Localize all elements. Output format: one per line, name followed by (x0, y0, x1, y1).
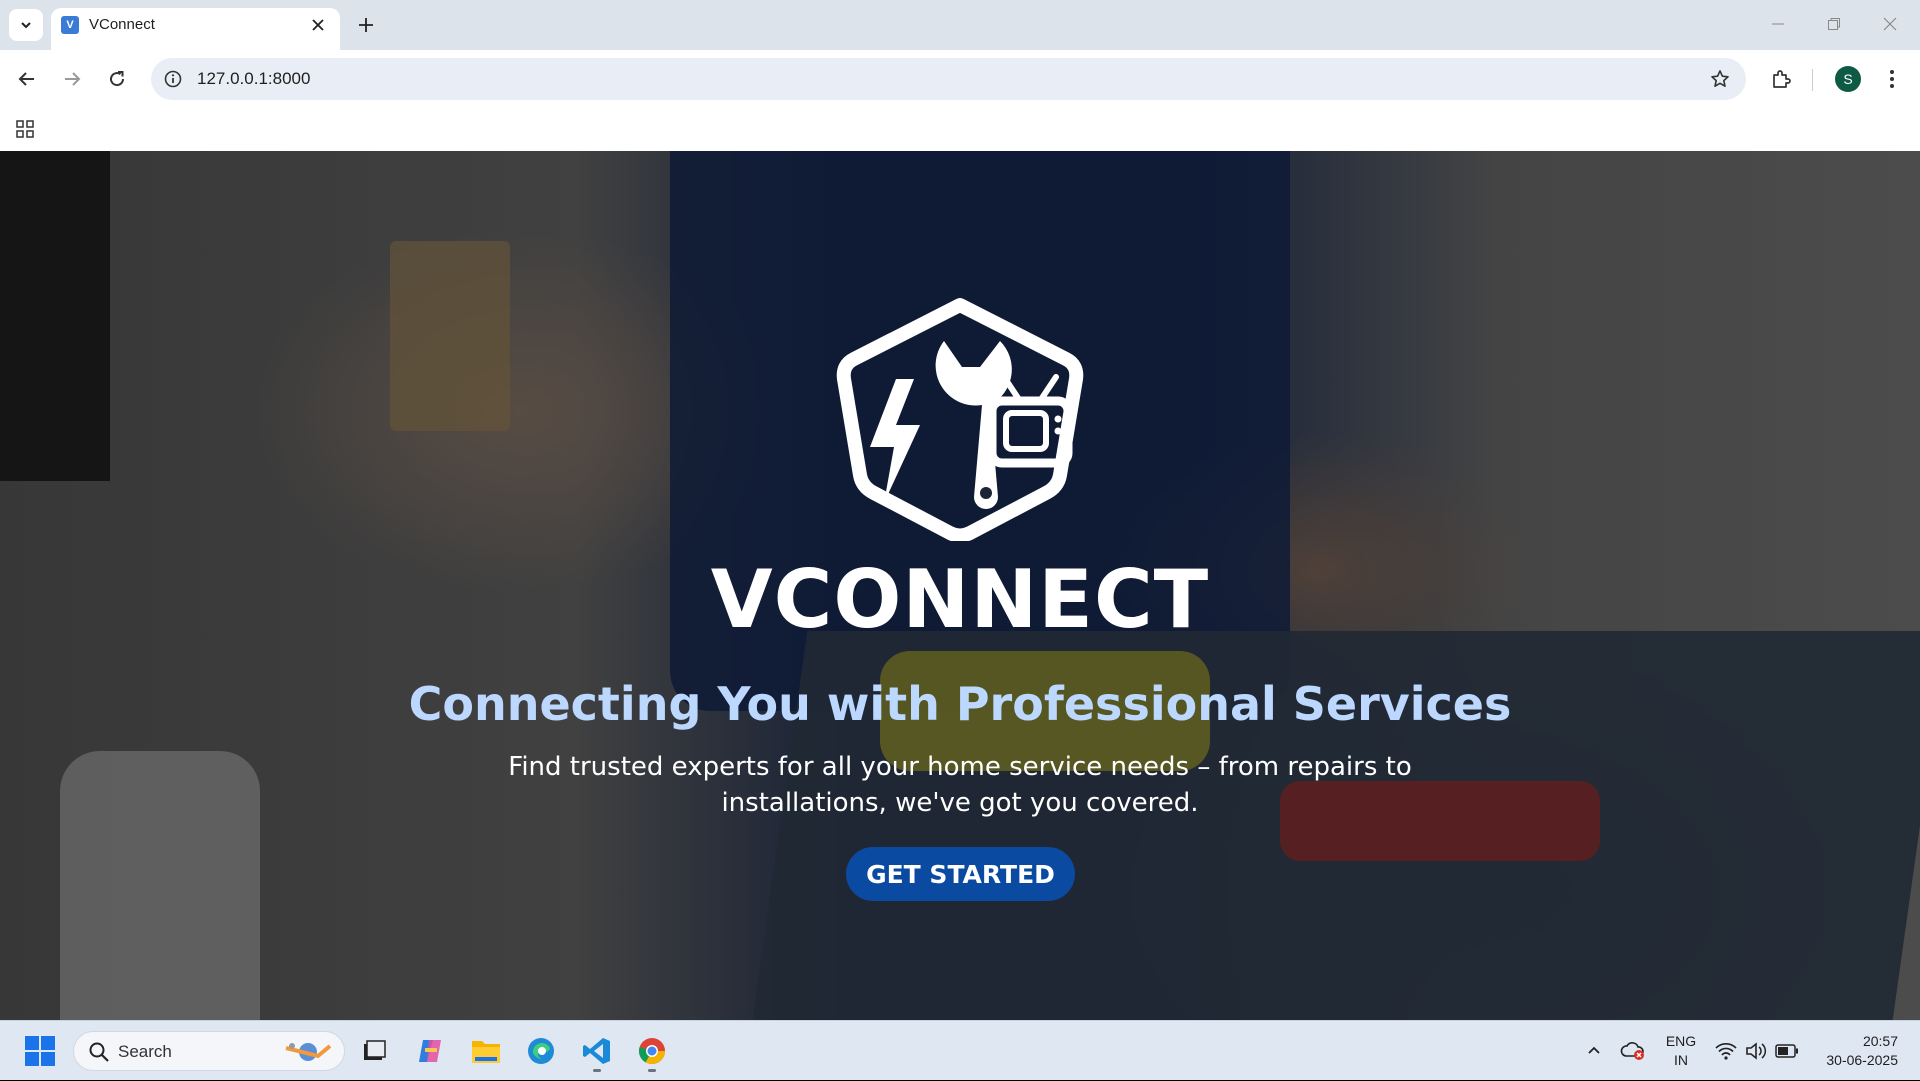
hero-headline: Connecting You with Professional Service… (408, 677, 1512, 731)
search-label: Search (118, 1042, 172, 1061)
menu-button[interactable] (1876, 63, 1908, 95)
search-icon (89, 1042, 109, 1062)
vscode-icon (583, 1038, 610, 1064)
reload-button[interactable] (101, 63, 133, 95)
running-indicator (593, 1069, 601, 1072)
edge-icon (528, 1038, 554, 1064)
chevron-down-icon (21, 22, 31, 29)
apps-button[interactable] (12, 116, 38, 142)
edge-button[interactable] (522, 1032, 560, 1070)
chrome-icon (638, 1038, 666, 1065)
file-explorer-icon (472, 1041, 500, 1063)
minimize-icon (1772, 23, 1784, 25)
file-explorer-button[interactable] (467, 1032, 505, 1070)
taskbar: Search ENG IN 20:57 30-06-2025 (0, 1020, 1920, 1080)
hero-background: VCONNECT Connecting You with Professiona… (0, 151, 1920, 1020)
hero-description: Find trusted experts for all your home s… (508, 752, 1412, 818)
task-view-icon (364, 1040, 386, 1060)
task-view-button[interactable] (355, 1032, 393, 1070)
profile-avatar[interactable]: S (1835, 66, 1861, 92)
lang-region: IN (1674, 1052, 1688, 1068)
close-window-button[interactable] (1870, 8, 1910, 40)
running-indicator (648, 1069, 656, 1072)
clock-date: 30-06-2025 (1826, 1052, 1898, 1068)
input-language[interactable]: ENG IN (1660, 1032, 1702, 1070)
hero-section: VCONNECT Connecting You with Professiona… (0, 151, 1920, 1020)
battery-icon (1775, 1044, 1798, 1058)
bookmark-star-button[interactable] (1708, 67, 1732, 91)
tab-close-button[interactable] (306, 13, 330, 37)
back-button[interactable] (11, 63, 43, 95)
forward-icon (65, 72, 81, 86)
tab-strip: V VConnect (0, 0, 1920, 50)
apps-grid-icon (16, 120, 34, 138)
taskbar-search[interactable]: Search (73, 1031, 345, 1071)
system-clock[interactable]: 20:57 30-06-2025 (1808, 1032, 1898, 1070)
minimize-button[interactable] (1758, 8, 1798, 40)
browser-toolbar: 127.0.0.1:8000 S (0, 50, 1920, 108)
volume-icon (1746, 1042, 1767, 1060)
windows-start-icon[interactable] (24, 1035, 56, 1067)
tab-vconnect[interactable]: V VConnect (51, 8, 340, 50)
tab-title: VConnect (89, 16, 155, 33)
copilot-icon (419, 1040, 441, 1062)
bookmarks-bar (0, 108, 1920, 151)
back-icon (18, 72, 34, 86)
lang-code: ENG (1665, 1033, 1697, 1049)
clock-time: 20:57 (1862, 1033, 1898, 1049)
battery-status[interactable] (1772, 1021, 1802, 1081)
tab-search-button[interactable] (9, 9, 43, 41)
plus-icon (359, 18, 373, 32)
vscode-button[interactable] (578, 1032, 616, 1072)
forward-button[interactable] (56, 63, 88, 95)
volume-control[interactable] (1742, 1021, 1770, 1081)
info-icon (164, 70, 182, 88)
close-icon (1883, 17, 1897, 31)
restore-button[interactable] (1814, 8, 1854, 40)
show-hidden-icons-button[interactable] (1580, 1021, 1608, 1081)
network-status[interactable] (1712, 1021, 1740, 1081)
search-highlight-icon (285, 1043, 332, 1061)
new-tab-button[interactable] (351, 10, 381, 40)
get-started-button[interactable]: GET STARTED (846, 847, 1075, 901)
extensions-button[interactable] (1765, 63, 1797, 95)
star-icon (1711, 70, 1729, 87)
toolbar-separator (1812, 69, 1813, 91)
brand-title: VCONNECT (710, 553, 1210, 646)
tab-favicon: V (61, 16, 79, 34)
reload-icon (110, 71, 125, 87)
onedrive-status[interactable] (1618, 1021, 1648, 1081)
close-icon (312, 19, 324, 31)
chrome-button[interactable] (633, 1032, 671, 1072)
copilot-button[interactable] (411, 1032, 449, 1070)
site-info-button[interactable] (161, 67, 185, 91)
wifi-icon (1715, 1042, 1737, 1060)
address-bar[interactable]: 127.0.0.1:8000 (151, 58, 1746, 100)
more-icon (1890, 70, 1894, 88)
restore-icon (1828, 18, 1840, 30)
cloud-icon (1620, 1042, 1644, 1060)
url-text: 127.0.0.1:8000 (197, 69, 311, 88)
chevron-up-icon (1588, 1046, 1600, 1054)
extensions-icon (1773, 70, 1791, 88)
vconnect-logo-icon (836, 298, 1084, 541)
